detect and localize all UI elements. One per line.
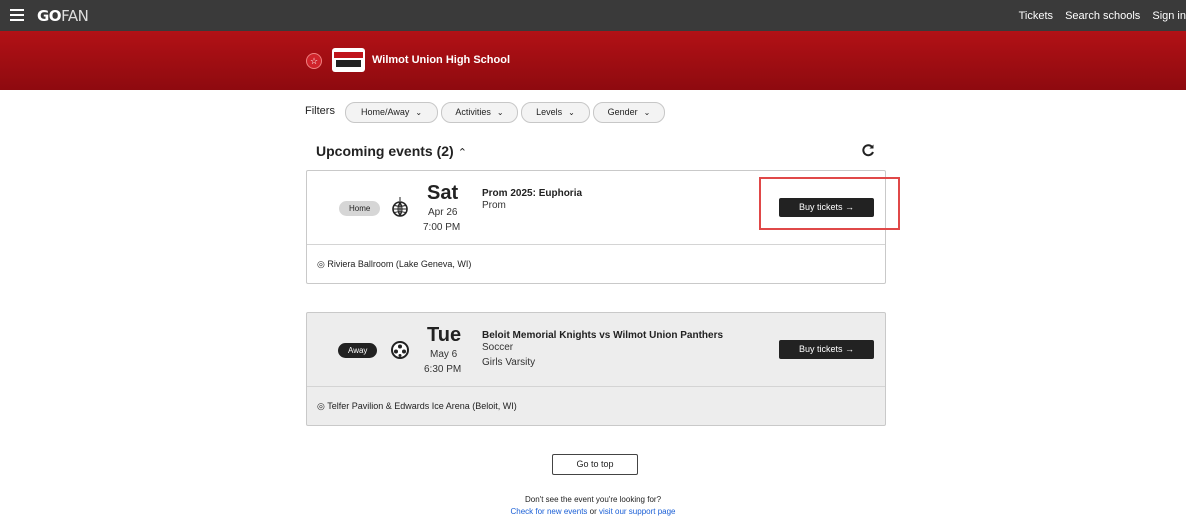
refresh-icon[interactable] — [861, 143, 875, 160]
school-name: Wilmot Union High School — [372, 54, 510, 66]
filter-levels-label: Levels — [536, 107, 563, 117]
event-time: 6:30 PM — [424, 364, 462, 375]
menu-icon[interactable] — [10, 9, 24, 21]
away-badge: Away — [338, 343, 378, 358]
filter-home-away[interactable]: Home/Away ⌄ — [345, 102, 438, 123]
check-new-events-link[interactable]: Check for new events — [510, 507, 587, 516]
nav-link-sign-in[interactable]: Sign in — [1152, 10, 1186, 22]
event-activity: Soccer — [482, 342, 514, 353]
top-nav: GOFAN Tickets Search schools Sign in — [0, 0, 1186, 31]
support-page-link[interactable]: visit our support page — [599, 507, 676, 516]
filter-levels[interactable]: Levels ⌄ — [521, 102, 590, 123]
event-location-text: Telfer Pavilion & Edwards Ice Arena (Bel… — [327, 401, 517, 411]
soccer-ball-icon — [390, 340, 410, 360]
nav-link-search-schools[interactable]: Search schools — [1065, 10, 1140, 22]
event-level: Girls Varsity — [482, 357, 536, 368]
logo-thin: FAN — [61, 7, 89, 25]
upcoming-heading: Upcoming events (2) — [316, 143, 454, 159]
event-date: Apr 26 — [428, 207, 458, 218]
event-location-text: Riviera Ballroom (Lake Geneva, WI) — [327, 259, 472, 269]
filter-home-away-label: Home/Away — [360, 107, 410, 117]
chevron-down-icon: ⌄ — [643, 108, 651, 117]
school-logo — [332, 48, 365, 72]
event-location: ◎ Riviera Ballroom (Lake Geneva, WI) — [307, 244, 885, 283]
nav-links: Tickets Search schools Sign in — [1010, 10, 1186, 22]
upcoming-events-toggle[interactable]: Upcoming events (2) ⌃ — [316, 143, 467, 159]
location-pin-icon: ◎ — [317, 259, 325, 269]
disco-ball-icon — [390, 197, 410, 217]
filters-label: Filters — [305, 105, 335, 117]
star-icon[interactable]: ☆ — [306, 53, 322, 69]
event-activity: Prom — [482, 200, 506, 211]
chevron-down-icon: ⌄ — [415, 108, 423, 117]
buy-tickets-button[interactable]: Buy tickets → — [779, 340, 874, 359]
missing-event-prompt: Don't see the event you're looking for? — [524, 495, 662, 504]
chevron-down-icon: ⌄ — [568, 108, 575, 117]
event-time: 7:00 PM — [423, 222, 461, 233]
chevron-up-icon: ⌃ — [457, 147, 467, 159]
event-day: Sat — [427, 182, 459, 204]
gofan-logo[interactable]: GOFAN — [37, 7, 89, 25]
highlight-box — [759, 177, 900, 230]
or-text: or — [589, 507, 597, 516]
go-to-top-button[interactable]: Go to top — [552, 454, 638, 475]
filter-gender[interactable]: Gender ⌄ — [593, 102, 665, 123]
filter-gender-label: Gender — [607, 107, 638, 117]
school-hero: ☆ Wilmot Union High School — [0, 31, 1186, 90]
event-location: ◎ Telfer Pavilion & Edwards Ice Arena (B… — [307, 386, 885, 425]
event-title: Beloit Memorial Knights vs Wilmot Union … — [482, 330, 724, 341]
event-card: Away Tue May 6 6:30 PM Beloit Memorial K… — [306, 312, 886, 426]
filter-activities[interactable]: Activities ⌄ — [441, 102, 518, 123]
event-date: May 6 — [430, 349, 458, 360]
logo-bold: GO — [37, 7, 62, 25]
nav-link-tickets[interactable]: Tickets — [1019, 10, 1053, 22]
home-badge: Home — [339, 201, 381, 216]
filter-activities-label: Activities — [455, 107, 491, 117]
footer-links: Check for new events or visit our suppor… — [0, 507, 1186, 516]
event-day: Tue — [427, 324, 462, 346]
location-pin-icon: ◎ — [317, 401, 325, 411]
chevron-down-icon: ⌄ — [496, 108, 504, 117]
event-title: Prom 2025: Euphoria — [482, 188, 583, 199]
